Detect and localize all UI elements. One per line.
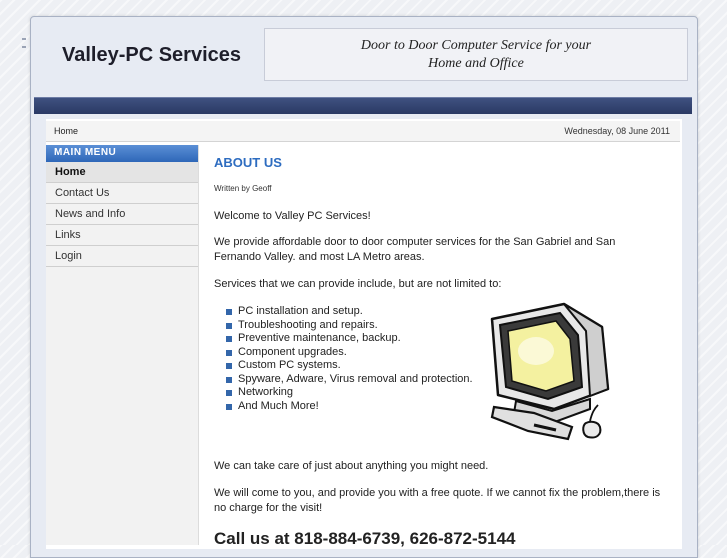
list-item: PC installation and setup. xyxy=(226,305,506,319)
list-item: Troubleshooting and repairs. xyxy=(226,319,506,333)
intro-text: We provide affordable door to door compu… xyxy=(214,236,616,263)
quote-text: We will come to you, and provide you wit… xyxy=(214,487,661,514)
breadcrumb[interactable]: Home xyxy=(54,126,78,136)
sidebar-item-news-and-info[interactable]: News and Info xyxy=(46,204,198,225)
article-title: ABOUT US xyxy=(214,155,282,170)
sidebar-item-links[interactable]: Links xyxy=(46,225,198,246)
tagline-line1: Door to Door Computer Service for your xyxy=(360,37,592,53)
sidebar-item-contact-us[interactable]: Contact Us xyxy=(46,183,198,204)
main-menu-header: MAIN MENU xyxy=(46,145,198,162)
sidebar-item-home[interactable]: Home xyxy=(46,162,198,183)
anything-text: We can take care of just about anything … xyxy=(214,460,489,472)
computer-icon xyxy=(490,302,610,441)
list-item: Custom PC systems. xyxy=(226,359,506,373)
current-date: Wednesday, 08 June 2011 xyxy=(564,126,670,136)
sidebar: MAIN MENU Home Contact Us News and Info … xyxy=(46,145,199,545)
tagline-box: Door to Door Computer Service for your H… xyxy=(264,28,688,81)
sidebar-item-login[interactable]: Login xyxy=(46,246,198,267)
site-title[interactable]: Valley-PC Services xyxy=(62,44,241,67)
welcome-text: Welcome to Valley PC Services! xyxy=(214,210,371,222)
list-item: Spyware, Adware, Virus removal and prote… xyxy=(226,373,506,387)
article-author: Written by Geoff xyxy=(214,184,272,193)
list-item: Preventive maintenance, backup. xyxy=(226,332,506,346)
top-navbar xyxy=(34,97,692,114)
list-item: Networking xyxy=(226,386,506,400)
resize-handle-icon xyxy=(22,38,26,48)
services-intro-text: Services that we can provide include, bu… xyxy=(214,278,502,290)
services-list: PC installation and setup. Troubleshooti… xyxy=(226,305,506,413)
list-item: Component upgrades. xyxy=(226,346,506,360)
list-item: And Much More! xyxy=(226,400,506,414)
breadcrumb-bar: Home Wednesday, 08 June 2011 xyxy=(46,121,680,142)
call-us-text: Call us at 818-884-6739, 626-872-5144 xyxy=(214,529,516,548)
tagline-line2: Home and Office xyxy=(428,55,524,71)
